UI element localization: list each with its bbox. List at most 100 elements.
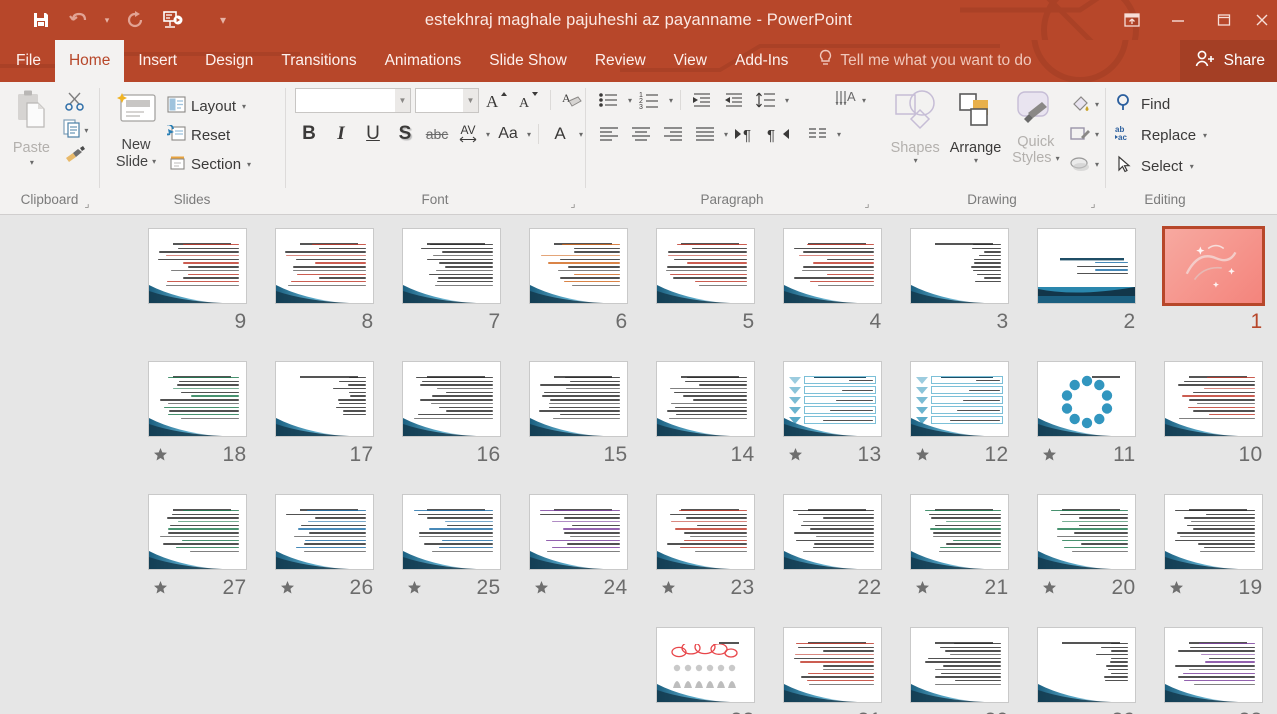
animation-star-icon[interactable] bbox=[153, 447, 169, 463]
change-case-dropdown-caret[interactable]: ▾ bbox=[527, 130, 531, 139]
shape-effects-dropdown-caret[interactable]: ▾ bbox=[1095, 160, 1099, 169]
line-spacing-dropdown-caret[interactable]: ▾ bbox=[785, 96, 789, 105]
slide-thumbnail-20[interactable]: 20 bbox=[1023, 491, 1150, 603]
slide-preview[interactable] bbox=[529, 361, 628, 437]
numbering-button[interactable]: 123 bbox=[636, 87, 664, 113]
copy-dropdown-caret[interactable]: ▾ bbox=[84, 126, 88, 135]
shape-effects-icon[interactable] bbox=[1066, 151, 1094, 177]
paste-button[interactable]: Paste ▾ bbox=[6, 87, 57, 167]
thumbnail-frame[interactable] bbox=[905, 358, 1015, 440]
slide-thumbnail-28[interactable]: 28 bbox=[1150, 624, 1277, 714]
slide-thumbnail-8[interactable]: 8 bbox=[261, 225, 388, 337]
animation-star-icon[interactable] bbox=[1042, 447, 1058, 463]
thumbnail-frame[interactable] bbox=[905, 624, 1015, 706]
thumbnail-frame[interactable] bbox=[778, 624, 888, 706]
share-button[interactable]: Share bbox=[1180, 40, 1277, 82]
character-spacing-button[interactable]: AV bbox=[455, 121, 481, 147]
slide-thumbnail-12[interactable]: 12 bbox=[896, 358, 1023, 470]
thumbnail-frame[interactable] bbox=[143, 491, 253, 573]
thumbnail-frame[interactable] bbox=[270, 358, 380, 440]
text-shadow-button[interactable]: S bbox=[391, 121, 419, 147]
animation-star-icon[interactable] bbox=[1169, 580, 1185, 596]
slide-preview[interactable] bbox=[275, 361, 374, 437]
line-spacing-button[interactable] bbox=[752, 87, 780, 113]
tab-home[interactable]: Home bbox=[55, 40, 124, 82]
animation-star-icon[interactable] bbox=[153, 580, 169, 596]
bullets-dropdown-caret[interactable]: ▾ bbox=[628, 96, 632, 105]
font-color-button[interactable]: A bbox=[546, 121, 574, 147]
slide-thumbnail-5[interactable]: 5 bbox=[642, 225, 769, 337]
slide-preview[interactable] bbox=[402, 361, 501, 437]
align-dropdown-caret[interactable]: ▾ bbox=[724, 130, 728, 139]
redo-icon[interactable] bbox=[116, 5, 154, 35]
tab-view[interactable]: View bbox=[660, 40, 721, 82]
slide-preview[interactable] bbox=[1037, 228, 1136, 304]
thumbnail-frame[interactable] bbox=[143, 358, 253, 440]
slide-thumbnail-16[interactable]: 16 bbox=[388, 358, 515, 470]
slide-thumbnail-26[interactable]: 26 bbox=[261, 491, 388, 603]
slide-preview[interactable] bbox=[1164, 494, 1263, 570]
thumbnail-frame[interactable] bbox=[778, 225, 888, 307]
left-to-right-button[interactable]: ¶ bbox=[732, 121, 760, 147]
character-spacing-dropdown-caret[interactable]: ▾ bbox=[486, 130, 490, 139]
columns-dropdown-caret[interactable]: ▾ bbox=[837, 130, 841, 139]
shape-fill-icon[interactable] bbox=[1066, 91, 1094, 117]
new-slide-button[interactable]: New Slide ▾ bbox=[105, 87, 167, 170]
slide-preview[interactable] bbox=[402, 494, 501, 570]
thumbnail-frame[interactable] bbox=[651, 624, 761, 706]
paragraph-dialog-launcher[interactable]: ⌟ bbox=[861, 198, 873, 210]
thumbnail-frame[interactable] bbox=[1159, 358, 1269, 440]
slide-thumbnail-31[interactable]: 31 bbox=[769, 624, 896, 714]
clear-formatting-button[interactable]: A bbox=[558, 87, 586, 113]
thumbnail-frame[interactable] bbox=[1032, 358, 1142, 440]
slide-preview[interactable] bbox=[148, 228, 247, 304]
font-dialog-launcher[interactable]: ⌟ bbox=[567, 198, 579, 210]
thumbnail-frame[interactable] bbox=[397, 491, 507, 573]
shapes-dropdown-caret[interactable]: ▾ bbox=[914, 156, 918, 165]
slide-thumbnail-9[interactable]: 9 bbox=[134, 225, 261, 337]
decrease-indent-button[interactable] bbox=[688, 87, 716, 113]
slide-preview[interactable] bbox=[402, 228, 501, 304]
thumbnail-frame[interactable] bbox=[397, 358, 507, 440]
slide-thumbnail-7[interactable]: 7 bbox=[388, 225, 515, 337]
thumbnail-frame[interactable] bbox=[1032, 624, 1142, 706]
right-to-left-button[interactable]: ¶ bbox=[764, 121, 792, 147]
increase-font-size-button[interactable]: A bbox=[483, 87, 511, 113]
thumbnail-frame[interactable] bbox=[270, 225, 380, 307]
slide-preview[interactable] bbox=[1164, 627, 1263, 703]
decrease-font-size-button[interactable]: A bbox=[515, 87, 543, 113]
thumbnail-frame[interactable] bbox=[905, 225, 1015, 307]
find-button[interactable]: Find bbox=[1115, 90, 1170, 118]
undo-icon[interactable] bbox=[60, 5, 98, 35]
slide-preview[interactable] bbox=[783, 627, 882, 703]
tab-slide-show[interactable]: Slide Show bbox=[475, 40, 581, 82]
align-right-button[interactable] bbox=[659, 121, 687, 147]
clipboard-dialog-launcher[interactable]: ⌟ bbox=[81, 198, 93, 210]
thumbnail-frame[interactable] bbox=[1032, 491, 1142, 573]
copy-icon[interactable] bbox=[61, 118, 83, 143]
align-left-button[interactable] bbox=[595, 121, 623, 147]
slide-thumbnail-2[interactable]: 2 bbox=[1023, 225, 1150, 337]
thumbnail-frame[interactable] bbox=[651, 491, 761, 573]
new-slide-dropdown-caret[interactable]: ▾ bbox=[152, 157, 156, 166]
format-painter-icon[interactable] bbox=[63, 145, 87, 170]
arrange-button[interactable]: Arrange ▾ bbox=[945, 87, 1005, 165]
slide-thumbnail-27[interactable]: 27 bbox=[134, 491, 261, 603]
text-direction-dropdown-caret[interactable]: ▾ bbox=[862, 96, 866, 105]
animation-star-icon[interactable] bbox=[915, 447, 931, 463]
thumbnail-frame[interactable] bbox=[524, 358, 634, 440]
shapes-button[interactable]: Shapes ▾ bbox=[885, 87, 945, 165]
thumbnail-frame[interactable] bbox=[651, 225, 761, 307]
paste-dropdown-caret[interactable]: ▾ bbox=[30, 158, 34, 167]
slide-preview[interactable] bbox=[783, 494, 882, 570]
text-direction-button[interactable]: A bbox=[833, 87, 861, 113]
font-size-combo[interactable]: ▼ bbox=[415, 88, 479, 113]
animation-star-icon[interactable] bbox=[661, 580, 677, 596]
underline-button[interactable]: U bbox=[359, 121, 387, 147]
slide-thumbnail-14[interactable]: 14 bbox=[642, 358, 769, 470]
quick-styles-button[interactable]: Quick Styles ▾ bbox=[1006, 87, 1066, 166]
slide-preview[interactable] bbox=[148, 494, 247, 570]
start-presentation-icon[interactable] bbox=[154, 5, 192, 35]
columns-button[interactable] bbox=[804, 121, 832, 147]
slide-preview[interactable] bbox=[910, 494, 1009, 570]
